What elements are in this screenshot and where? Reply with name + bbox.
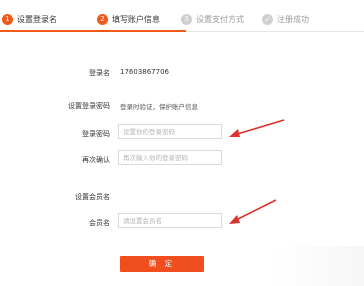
step-label: 填写账户信息	[112, 14, 160, 24]
registration-page: 1 设置登录名 2 填写账户信息 3 设置支付方式 ✓ 注册成功 登录名 176…	[0, 0, 364, 286]
progress-line-pending	[186, 31, 364, 32]
step-label: 设置登录名	[17, 14, 57, 24]
step-number: 1	[2, 13, 13, 25]
confirm-password-label: 再次确认	[82, 156, 110, 164]
member-name-label: 会员名	[89, 219, 110, 227]
step-set-payment: 3 设置支付方式	[181, 8, 244, 30]
confirm-button[interactable]: 确 定	[120, 256, 204, 272]
check-icon: ✓	[262, 13, 273, 25]
arrow-icon	[229, 199, 277, 224]
step-number: 3	[181, 13, 192, 25]
confirm-password-field[interactable]	[118, 150, 222, 165]
step-set-login-name: 1 设置登录名	[2, 8, 57, 30]
corner-fade	[274, 246, 364, 286]
step-register-success: ✓ 注册成功	[262, 8, 309, 30]
member-name-field[interactable]	[118, 213, 222, 228]
login-name-label: 登录名	[89, 69, 110, 77]
login-name-value: 17603867706	[120, 68, 169, 76]
step-label: 注册成功	[277, 14, 309, 24]
password-label: 登录密码	[82, 130, 110, 138]
step-progress: 1 设置登录名 2 填写账户信息 3 设置支付方式 ✓ 注册成功	[0, 8, 364, 30]
step-fill-account-info: 2 填写账户信息	[97, 8, 160, 30]
arrow-icon	[229, 119, 285, 137]
step-number: 2	[97, 13, 108, 25]
password-field[interactable]	[118, 124, 222, 139]
password-section-hint: 登录时验证，保护账户信息	[120, 103, 198, 111]
step-label: 设置支付方式	[196, 14, 244, 24]
member-section-label: 设置会员名	[75, 193, 110, 201]
progress-line-complete	[0, 30, 186, 32]
password-section-label: 设置登录密码	[68, 102, 110, 110]
